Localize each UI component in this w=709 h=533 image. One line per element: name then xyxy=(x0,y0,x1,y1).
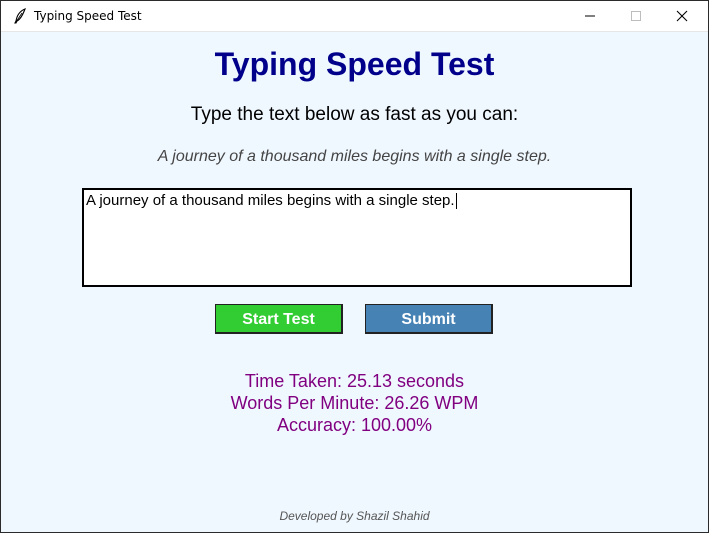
minimize-icon xyxy=(585,15,595,17)
main-content: Typing Speed Test Type the text below as… xyxy=(1,32,708,532)
time-taken-label: Time Taken: 25.13 seconds xyxy=(244,371,465,391)
typing-input-value: A journey of a thousand miles begins wit… xyxy=(86,192,455,209)
page-title: Typing Speed Test xyxy=(214,46,495,82)
app-window: Typing Speed Test Typing Speed Test Type… xyxy=(0,0,709,533)
feather-icon xyxy=(13,8,27,24)
instruction-label: Type the text below as fast as you can: xyxy=(190,104,519,125)
start-test-button[interactable]: Start Test xyxy=(215,304,343,334)
window-title: Typing Speed Test xyxy=(34,9,142,23)
maximize-button[interactable] xyxy=(613,1,659,31)
minimize-button[interactable] xyxy=(567,1,613,31)
close-icon xyxy=(676,10,688,22)
maximize-icon xyxy=(631,11,641,21)
typing-input[interactable]: A journey of a thousand miles begins wit… xyxy=(82,188,632,287)
text-caret xyxy=(455,193,457,209)
submit-button[interactable]: Submit xyxy=(365,304,493,334)
wpm-label: Words Per Minute: 26.26 WPM xyxy=(230,393,479,413)
results-panel: Time Taken: 25.13 seconds Words Per Minu… xyxy=(1,370,708,436)
footer-credit: Developed by Shazil Shahid xyxy=(279,509,430,523)
sample-text: A journey of a thousand miles begins wit… xyxy=(157,148,552,165)
accuracy-label: Accuracy: 100.00% xyxy=(276,415,433,435)
close-button[interactable] xyxy=(659,1,705,31)
title-bar[interactable]: Typing Speed Test xyxy=(1,1,708,32)
